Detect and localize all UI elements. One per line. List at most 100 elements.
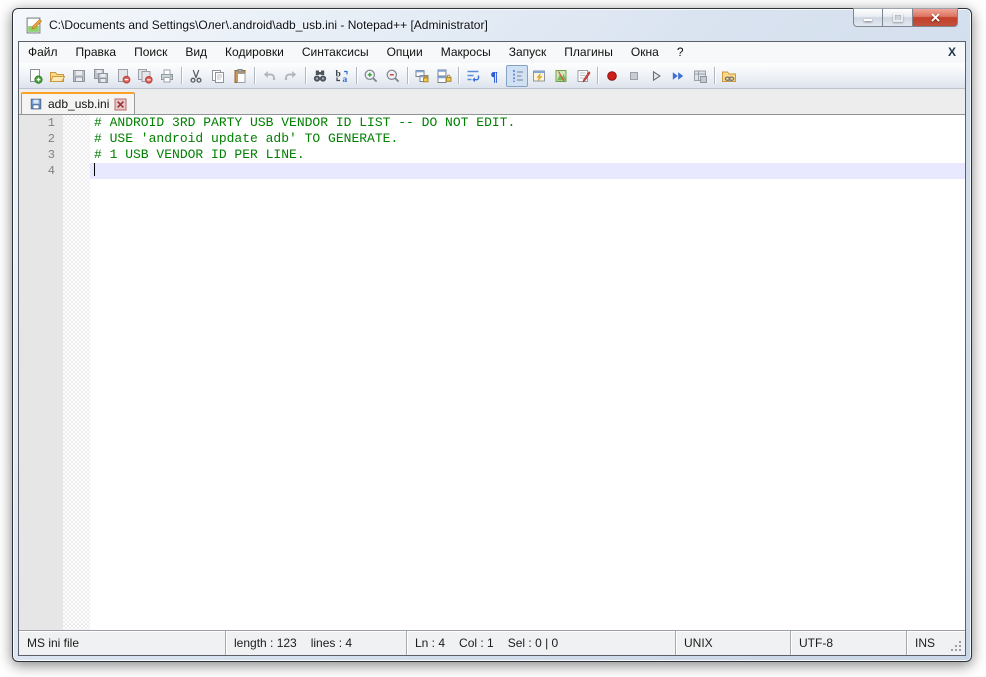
- user-defined-dialog-icon: [531, 68, 547, 84]
- menubar-items: ФайлПравкаПоискВидКодировкиСинтаксисыОпц…: [19, 42, 693, 63]
- macro-save-button: [689, 65, 711, 87]
- show-all-characters-button[interactable]: ¶: [484, 65, 506, 87]
- code-line[interactable]: [90, 163, 965, 179]
- bookmark-margin-cell[interactable]: [63, 147, 90, 163]
- menu-file[interactable]: Файл: [19, 42, 67, 63]
- status-cursor-col: Col : 1: [459, 636, 494, 650]
- open-folder-workspace-button[interactable]: [718, 65, 740, 87]
- status-insert-mode[interactable]: INS: [915, 636, 935, 650]
- tab-label: adb_usb.ini: [48, 97, 109, 111]
- save-icon: [71, 68, 87, 84]
- paste-button[interactable]: [229, 65, 251, 87]
- minimize-icon: [863, 13, 873, 22]
- resize-grip[interactable]: [950, 640, 963, 653]
- macro-save-icon: [692, 68, 708, 84]
- zoom-out-button[interactable]: [382, 65, 404, 87]
- svg-text:b: b: [336, 69, 341, 79]
- cut-icon: [188, 68, 204, 84]
- title-bar[interactable]: C:\Documents and Settings\Олег\.android\…: [13, 9, 971, 41]
- status-cursor-line: Ln : 4: [415, 636, 445, 650]
- show-all-characters-icon: ¶: [487, 68, 503, 84]
- copy-button[interactable]: [207, 65, 229, 87]
- menu-settings[interactable]: Опции: [378, 42, 432, 63]
- text-caret: [94, 163, 95, 176]
- tab-adb-usb-ini[interactable]: adb_usb.ini: [21, 92, 135, 114]
- status-length: length : 123: [234, 636, 297, 650]
- menu-edit[interactable]: Правка: [67, 42, 126, 63]
- line-number[interactable]: 4: [19, 163, 63, 179]
- function-list-button[interactable]: [572, 65, 594, 87]
- zoom-out-icon: [385, 68, 401, 84]
- editor[interactable]: 1 # ANDROID 3RD PARTY USB VENDOR ID LIST …: [19, 115, 965, 630]
- zoom-in-icon: [363, 68, 379, 84]
- menu-window[interactable]: Окна: [622, 42, 668, 63]
- sync-horizontal-icon: [436, 68, 452, 84]
- client-area: ФайлПравкаПоискВидКодировкиСинтаксисыОпц…: [18, 41, 966, 656]
- maximize-icon: [893, 13, 903, 22]
- macro-run-multiple-button[interactable]: [667, 65, 689, 87]
- sync-vertical-icon: [414, 68, 430, 84]
- code-row: 3 # 1 USB VENDOR ID PER LINE.: [19, 147, 965, 163]
- tab-bar: adb_usb.ini: [19, 89, 965, 115]
- sync-horizontal-button[interactable]: [433, 65, 455, 87]
- bookmark-margin-cell[interactable]: [63, 131, 90, 147]
- menu-help[interactable]: ?: [668, 42, 693, 63]
- cut-button[interactable]: [185, 65, 207, 87]
- save-button: [68, 65, 90, 87]
- replace-button[interactable]: ba: [331, 65, 353, 87]
- bookmark-margin-cell[interactable]: [63, 163, 90, 179]
- code-line[interactable]: # 1 USB VENDOR ID PER LINE.: [90, 147, 965, 163]
- toolbar-separator: [254, 67, 255, 84]
- close-icon: [930, 13, 941, 22]
- word-wrap-button[interactable]: [462, 65, 484, 87]
- toolbar-separator: [597, 67, 598, 84]
- user-defined-dialog-button[interactable]: [528, 65, 550, 87]
- menu-macro[interactable]: Макросы: [432, 42, 500, 63]
- code-line[interactable]: # USE 'android update adb' TO GENERATE.: [90, 131, 965, 147]
- menu-language[interactable]: Синтаксисы: [293, 42, 378, 63]
- saved-file-icon: [29, 97, 43, 111]
- save-all-button: [90, 65, 112, 87]
- close-all-button: [134, 65, 156, 87]
- code-line[interactable]: # ANDROID 3RD PARTY USB VENDOR ID LIST -…: [90, 115, 965, 131]
- menu-encoding[interactable]: Кодировки: [216, 42, 293, 63]
- toolbar: ba ¶: [19, 63, 965, 89]
- macro-play-button[interactable]: [645, 65, 667, 87]
- find-button[interactable]: [309, 65, 331, 87]
- indent-guide-button[interactable]: [506, 65, 528, 87]
- copy-icon: [210, 68, 226, 84]
- open-file-button[interactable]: [46, 65, 68, 87]
- close-all-icon: [137, 68, 153, 84]
- bookmark-margin-cell[interactable]: [63, 115, 90, 131]
- svg-text:a: a: [343, 75, 348, 84]
- sync-vertical-button[interactable]: [411, 65, 433, 87]
- new-file-button[interactable]: [24, 65, 46, 87]
- status-eol-format[interactable]: UNIX: [684, 636, 713, 650]
- function-list-icon: [575, 68, 591, 84]
- tab-close-icon[interactable]: [114, 98, 127, 111]
- line-number[interactable]: 2: [19, 131, 63, 147]
- macro-run-multiple-icon: [670, 68, 686, 84]
- svg-text:¶: ¶: [491, 70, 499, 84]
- document-map-button[interactable]: [550, 65, 572, 87]
- menu-plugins[interactable]: Плагины: [555, 42, 622, 63]
- line-number[interactable]: 1: [19, 115, 63, 131]
- toolbar-separator: [305, 67, 306, 84]
- notepad-plus-plus-window: C:\Documents and Settings\Олег\.android\…: [12, 8, 972, 662]
- menu-run[interactable]: Запуск: [500, 42, 556, 63]
- line-number[interactable]: 3: [19, 147, 63, 163]
- document-close-x-button[interactable]: X: [948, 42, 956, 63]
- close-icon: [115, 68, 131, 84]
- close-button[interactable]: [913, 8, 958, 27]
- status-encoding[interactable]: UTF-8: [799, 636, 833, 650]
- window-title: C:\Documents and Settings\Олег\.android\…: [49, 18, 488, 32]
- bookmark-margin[interactable]: [63, 115, 90, 630]
- menu-search[interactable]: Поиск: [125, 42, 176, 63]
- maximize-button[interactable]: [883, 8, 913, 27]
- macro-record-button[interactable]: [601, 65, 623, 87]
- menu-view[interactable]: Вид: [176, 42, 216, 63]
- minimize-button[interactable]: [853, 8, 883, 27]
- zoom-in-button[interactable]: [360, 65, 382, 87]
- line-number-gutter: [19, 115, 63, 630]
- print-button[interactable]: [156, 65, 178, 87]
